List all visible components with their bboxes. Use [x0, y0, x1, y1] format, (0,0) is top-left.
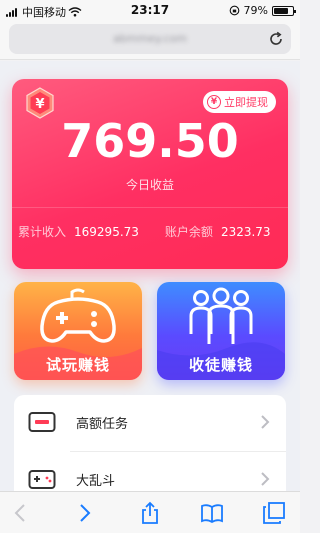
- game-console-icon: [28, 470, 56, 489]
- gamepad-icon: [40, 288, 116, 343]
- earnings-card: ¥ ¥ 立即提现 769.50 今日收益 累计收入 169295.73 账户余额…: [12, 79, 288, 269]
- balance-value: 2323.73: [220, 225, 271, 239]
- battery-icon: [272, 5, 296, 16]
- recruit-earn-label: 收徒赚钱: [188, 356, 253, 374]
- coin-icon: ¥: [207, 95, 221, 109]
- total-income-label: 累计收入: [18, 225, 67, 239]
- share-icon[interactable]: [138, 501, 162, 525]
- card-icon: [28, 412, 56, 432]
- bookmarks-icon[interactable]: [200, 501, 224, 525]
- task-label: 大乱斗: [76, 474, 116, 489]
- browser-header: abmmey.com: [0, 20, 300, 60]
- withdraw-button[interactable]: ¥ 立即提现: [203, 91, 276, 113]
- people-group-icon: [189, 287, 253, 344]
- withdraw-label: 立即提现: [224, 96, 268, 109]
- card-divider: [12, 207, 288, 208]
- recruit-earn-tile[interactable]: 收徒赚钱: [157, 282, 285, 380]
- today-earnings-amount: 769.50: [61, 114, 239, 168]
- orientation-lock-icon: [229, 5, 239, 16]
- forward-icon[interactable]: [72, 501, 96, 525]
- chevron-right-icon: [261, 472, 270, 486]
- task-label: 高额任务: [76, 417, 129, 432]
- browser-toolbar: [0, 491, 300, 533]
- today-earnings-label: 今日收益: [125, 178, 174, 192]
- task-list: 高额任务 大乱斗: [14, 395, 286, 491]
- earnings-stats: 累计收入 169295.73 账户余额 2323.73: [18, 223, 288, 240]
- trial-earn-tile[interactable]: 试玩赚钱: [14, 282, 142, 380]
- list-item-brawl[interactable]: 大乱斗: [14, 452, 286, 491]
- url-text: abmmey.com: [113, 32, 187, 45]
- address-bar[interactable]: abmmey.com: [9, 24, 291, 54]
- battery-percent: 79%: [243, 4, 268, 17]
- battery-level-fill: [274, 7, 289, 14]
- status-bar: 中国移动 23:17 79%: [0, 0, 300, 20]
- tabs-icon[interactable]: [262, 501, 286, 525]
- back-icon[interactable]: [9, 501, 33, 525]
- chevron-right-icon: [261, 415, 270, 429]
- page-content: ¥ ¥ 立即提现 769.50 今日收益 累计收入 169295.73 账户余额…: [0, 61, 300, 491]
- status-right: 79%: [229, 4, 296, 17]
- reload-icon[interactable]: [267, 30, 285, 48]
- balance-label: 账户余额: [164, 225, 213, 239]
- trial-earn-label: 试玩赚钱: [45, 356, 110, 374]
- total-income-value: 169295.73: [74, 225, 139, 239]
- list-item-high-task[interactable]: 高额任务: [14, 395, 286, 451]
- badge-symbol: ¥: [35, 97, 44, 112]
